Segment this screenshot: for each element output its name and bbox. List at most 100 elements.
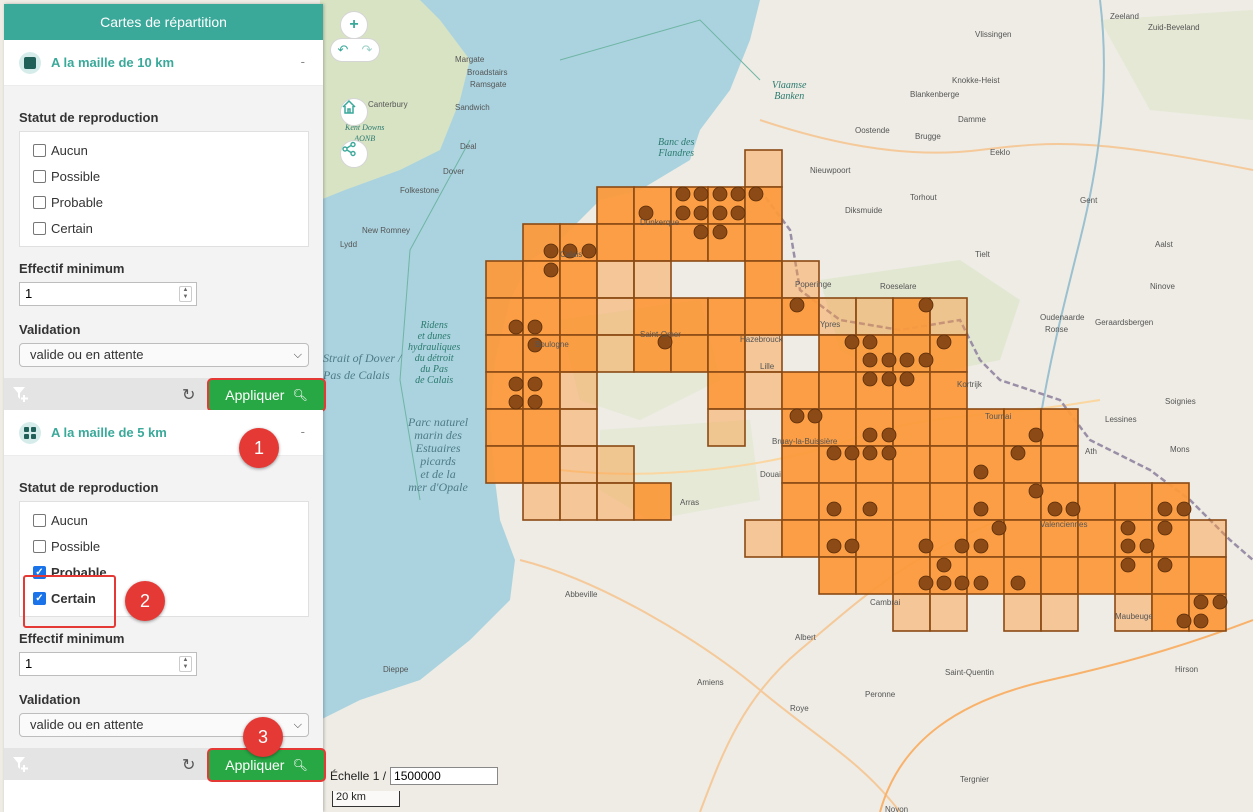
- observation-dot[interactable]: [862, 371, 878, 387]
- observation-dot[interactable]: [581, 243, 597, 259]
- observation-dot[interactable]: [1176, 613, 1192, 629]
- observation-dot[interactable]: [936, 557, 952, 573]
- observation-dot[interactable]: [918, 352, 934, 368]
- grid-cell[interactable]: [1003, 519, 1042, 558]
- section-10km-header[interactable]: A la maille de 10 km -: [4, 40, 323, 86]
- observation-dot[interactable]: [844, 445, 860, 461]
- grid-cell[interactable]: [781, 519, 820, 558]
- grid-cell[interactable]: [1114, 482, 1153, 521]
- observation-dot[interactable]: [807, 408, 823, 424]
- grid-cell[interactable]: [744, 297, 783, 336]
- grid-cell[interactable]: [1040, 408, 1079, 447]
- observation-dot[interactable]: [844, 334, 860, 350]
- observation-dot[interactable]: [899, 371, 915, 387]
- observation-dot[interactable]: [881, 445, 897, 461]
- observation-dot[interactable]: [826, 445, 842, 461]
- grid-cell[interactable]: [929, 297, 968, 336]
- observation-dot[interactable]: [1212, 594, 1228, 610]
- grid-cell[interactable]: [1188, 519, 1227, 558]
- grid-cell[interactable]: [485, 408, 524, 447]
- grid-cell[interactable]: [929, 408, 968, 447]
- observation-dot[interactable]: [1120, 520, 1136, 536]
- observation-dot[interactable]: [973, 538, 989, 554]
- grid-cell[interactable]: [485, 260, 524, 299]
- home-button[interactable]: [340, 98, 368, 126]
- grid-cell[interactable]: [892, 445, 931, 484]
- grid-cell[interactable]: [1188, 556, 1227, 595]
- grid-cell[interactable]: [855, 556, 894, 595]
- observation-dot[interactable]: [973, 501, 989, 517]
- observation-dot[interactable]: [936, 334, 952, 350]
- grid-cell[interactable]: [744, 371, 783, 410]
- collapse-icon[interactable]: -: [301, 54, 305, 69]
- checkbox-certain[interactable]: Certain: [33, 215, 298, 241]
- observation-dot[interactable]: [881, 371, 897, 387]
- checkbox-probable[interactable]: Probable: [33, 189, 298, 215]
- observation-dot[interactable]: [918, 297, 934, 313]
- grid-cell[interactable]: [744, 149, 783, 188]
- grid-cell[interactable]: [929, 482, 968, 521]
- grid-cell[interactable]: [559, 371, 598, 410]
- observation-dot[interactable]: [862, 334, 878, 350]
- observation-dot[interactable]: [1139, 538, 1155, 554]
- share-button[interactable]: [340, 140, 368, 168]
- filter-add-icon[interactable]: [12, 385, 30, 403]
- grid-cell[interactable]: [596, 445, 635, 484]
- observation-dot[interactable]: [1028, 483, 1044, 499]
- zoom-in-button[interactable]: +: [340, 11, 368, 39]
- grid-cell[interactable]: [818, 556, 857, 595]
- observation-dot[interactable]: [881, 427, 897, 443]
- observation-dot[interactable]: [1157, 557, 1173, 573]
- observation-dot[interactable]: [730, 186, 746, 202]
- grid-cell[interactable]: [670, 334, 709, 373]
- grid-cell[interactable]: [633, 260, 672, 299]
- observation-dot[interactable]: [543, 262, 559, 278]
- grid-cell[interactable]: [633, 482, 672, 521]
- observation-dot[interactable]: [826, 538, 842, 554]
- grid-cell[interactable]: [707, 408, 746, 447]
- observation-dot[interactable]: [862, 352, 878, 368]
- redo-icon[interactable]: ↷: [355, 39, 379, 61]
- observation-dot[interactable]: [789, 297, 805, 313]
- grid-cell[interactable]: [744, 223, 783, 262]
- grid-cell[interactable]: [781, 445, 820, 484]
- grid-cell[interactable]: [929, 371, 968, 410]
- scale-input[interactable]: [390, 767, 499, 785]
- observation-dot[interactable]: [693, 186, 709, 202]
- observation-dot[interactable]: [1010, 575, 1026, 591]
- grid-cell[interactable]: [559, 482, 598, 521]
- observation-dot[interactable]: [675, 186, 691, 202]
- grid-cell[interactable]: [522, 482, 561, 521]
- observation-dot[interactable]: [712, 205, 728, 221]
- observation-dot[interactable]: [508, 394, 524, 410]
- observation-dot[interactable]: [862, 427, 878, 443]
- checkbox-possible[interactable]: Possible: [33, 163, 298, 189]
- grid-cell[interactable]: [596, 482, 635, 521]
- observation-dot[interactable]: [1120, 557, 1136, 573]
- grid-cell[interactable]: [596, 297, 635, 336]
- grid-cell[interactable]: [596, 223, 635, 262]
- grid-cell[interactable]: [596, 334, 635, 373]
- checkbox-icon[interactable]: [33, 513, 46, 527]
- grid-cell[interactable]: [559, 408, 598, 447]
- observation-dot[interactable]: [918, 538, 934, 554]
- checkbox-icon[interactable]: [33, 539, 46, 553]
- observation-dot[interactable]: [862, 501, 878, 517]
- grid-cell[interactable]: [559, 260, 598, 299]
- grid-cell[interactable]: [522, 408, 561, 447]
- grid-cell[interactable]: [1040, 593, 1079, 632]
- observation-dot[interactable]: [973, 464, 989, 480]
- checkbox-aucun[interactable]: Aucun: [33, 137, 298, 163]
- checkbox-possible[interactable]: Possible: [33, 533, 298, 559]
- grid-cell[interactable]: [781, 482, 820, 521]
- observation-dot[interactable]: [527, 319, 543, 335]
- observation-dot[interactable]: [693, 224, 709, 240]
- grid-cell[interactable]: [707, 371, 746, 410]
- grid-cell[interactable]: [1040, 445, 1079, 484]
- observation-dot[interactable]: [693, 205, 709, 221]
- observation-dot[interactable]: [1010, 445, 1026, 461]
- effectif-input[interactable]: 1 ▲ ▼: [19, 652, 197, 676]
- grid-cell[interactable]: [929, 445, 968, 484]
- grid-cell[interactable]: [1003, 593, 1042, 632]
- observation-dot[interactable]: [1065, 501, 1081, 517]
